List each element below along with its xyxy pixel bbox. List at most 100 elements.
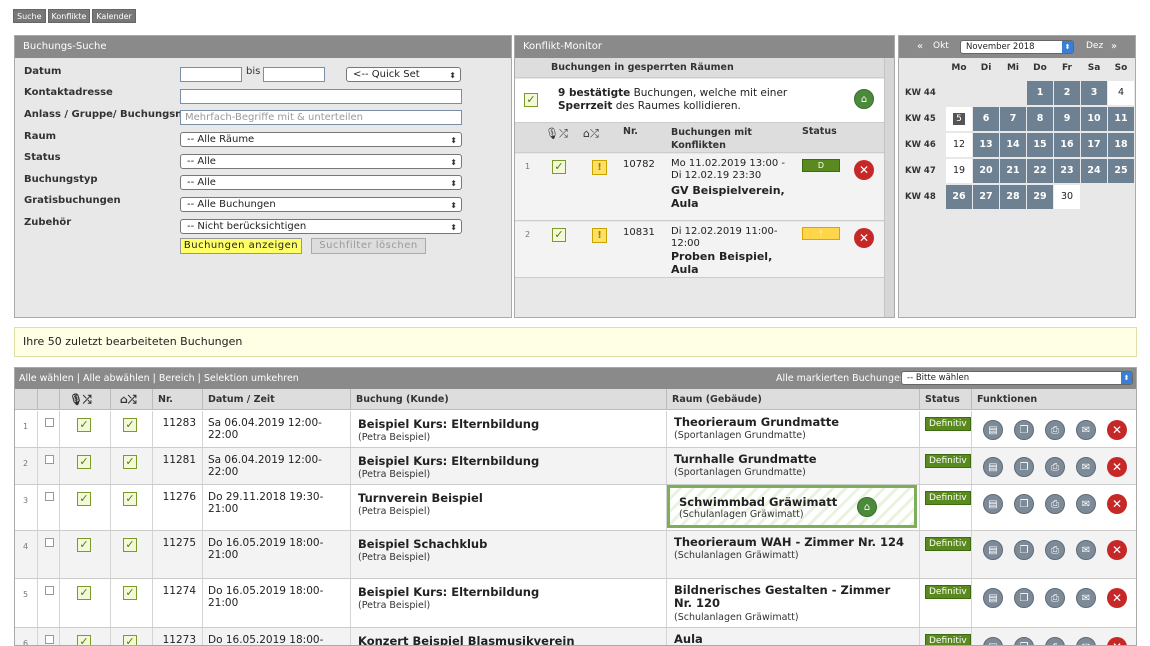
calendar-day[interactable]: 14 <box>1000 133 1026 157</box>
print-icon[interactable]: ⎙ <box>1045 457 1065 477</box>
table-row[interactable]: 2 ✓ ✓ 11281 Sa 06.04.2019 12:00-22:00 Beispie… <box>15 448 1136 485</box>
delete-icon[interactable]: ✕ <box>1107 588 1127 608</box>
col-buchung[interactable]: Buchung (Kunde) <box>350 389 666 410</box>
col-raum[interactable]: Raum (Gebäude) <box>666 389 919 410</box>
room-name[interactable]: Theorieraum Grundmatte <box>674 416 909 429</box>
copy-icon[interactable]: ❐ <box>1014 637 1034 645</box>
calendar-day[interactable]: 29 <box>1027 185 1053 209</box>
room-name[interactable]: Aula <box>674 633 909 646</box>
delete-icon[interactable]: ✕ <box>1107 540 1127 560</box>
delete-icon[interactable]: ✕ <box>1107 420 1127 440</box>
mail-icon[interactable]: ✉ <box>1076 637 1096 645</box>
table-row[interactable]: 4 ✓ ✓ 11275 Do 16.05.2019 18:00-21:00 Beispie… <box>15 531 1136 579</box>
checkbox-checked-icon[interactable]: ✓ <box>552 160 566 174</box>
print-icon[interactable]: ⎙ <box>1045 540 1065 560</box>
room-name[interactable]: Bildnerisches Gestalten - Zimmer Nr. 120 <box>674 584 909 610</box>
next-arrow[interactable]: » <box>1111 41 1117 52</box>
row-select-checkbox[interactable] <box>45 586 54 595</box>
mail-icon[interactable]: ✉ <box>1076 457 1096 477</box>
print-icon[interactable]: ⎙ <box>1045 637 1065 645</box>
calendar-day[interactable]: 30 <box>1054 185 1080 209</box>
week-label[interactable]: KW 45 <box>905 114 936 124</box>
calendar-day[interactable]: 9 <box>1054 107 1080 131</box>
checkbox-checked-icon[interactable]: ✓ <box>123 635 137 645</box>
copy-icon[interactable]: ❐ <box>1014 588 1034 608</box>
col-nr[interactable]: Nr. <box>152 389 202 410</box>
calendar-day[interactable]: 22 <box>1027 159 1053 183</box>
calendar-day[interactable]: 18 <box>1108 133 1134 157</box>
row-select-checkbox[interactable] <box>45 538 54 547</box>
gratis-select[interactable]: -- Alle Buchungen ⬍ <box>180 197 462 212</box>
calendar-day[interactable]: 3 <box>1081 81 1107 105</box>
delete-icon[interactable]: ✕ <box>854 160 874 180</box>
save-icon[interactable]: ▤ <box>983 494 1003 514</box>
week-label[interactable]: KW 47 <box>905 166 936 176</box>
delete-icon[interactable]: ✕ <box>1107 457 1127 477</box>
booking-title[interactable]: Konzert Beispiel Blasmusikverein <box>358 634 575 645</box>
mail-icon[interactable]: ✉ <box>1076 494 1096 514</box>
mail-icon[interactable]: ✉ <box>1076 540 1096 560</box>
save-icon[interactable]: ▤ <box>983 637 1003 645</box>
table-row[interactable]: 5 ✓ ✓ 11274 Do 16.05.2019 18:00-21:00 Beispie… <box>15 579 1136 628</box>
checkbox-checked-icon[interactable]: ✓ <box>552 228 566 242</box>
save-icon[interactable]: ▤ <box>983 457 1003 477</box>
table-row[interactable]: 6 ✓ ✓ 11273 Do 16.05.2019 18:00-21:00 Konzert… <box>15 628 1136 646</box>
room-name[interactable]: Turnhalle Grundmatte <box>674 453 909 466</box>
calendar-day[interactable]: 16 <box>1054 133 1080 157</box>
print-icon[interactable]: ⎙ <box>1045 588 1065 608</box>
zubehoer-select[interactable]: -- Nicht berücksichtigen ⬍ <box>180 219 462 234</box>
week-label[interactable]: KW 48 <box>905 192 936 202</box>
checkbox-checked-icon[interactable]: ✓ <box>77 418 91 432</box>
calendar-day[interactable]: 1 <box>1027 81 1053 105</box>
kontakt-input[interactable] <box>180 89 462 104</box>
checkbox-checked-icon[interactable]: ✓ <box>524 93 538 107</box>
checkbox-checked-icon[interactable]: ✓ <box>77 455 91 469</box>
anlass-input[interactable]: Mehrfach-Begriffe mit & unterteilen <box>180 110 462 125</box>
nav-kalender-button[interactable]: Kalender <box>92 9 136 23</box>
home-icon[interactable]: ⌂ <box>857 497 877 517</box>
nav-konflikte-button[interactable]: Konflikte <box>47 9 91 23</box>
calendar-day[interactable]: 19 <box>946 159 972 183</box>
calendar-day[interactable]: 21 <box>1000 159 1026 183</box>
checkbox-checked-icon[interactable]: ✓ <box>77 586 91 600</box>
booking-title[interactable]: Turnverein Beispiel <box>358 491 483 505</box>
col-status[interactable]: Status <box>919 389 971 410</box>
calendar-day[interactable]: 4 <box>1108 81 1134 105</box>
copy-icon[interactable]: ❐ <box>1014 494 1034 514</box>
clear-filter-button[interactable]: Suchfilter löschen <box>311 238 426 254</box>
date-to-input[interactable] <box>263 67 325 82</box>
prev-month[interactable]: Okt <box>933 41 949 51</box>
selection-actions[interactable]: Alle wählen | Alle abwählen | Bereich | … <box>19 373 299 384</box>
week-label[interactable]: KW 46 <box>905 140 936 150</box>
delete-icon[interactable]: ✕ <box>1107 494 1127 514</box>
checkbox-checked-icon[interactable]: ✓ <box>77 635 91 645</box>
booking-title[interactable]: Beispiel Kurs: Elternbildung <box>358 417 539 431</box>
today-marker[interactable]: 5 <box>953 113 965 125</box>
calendar-day[interactable]: 24 <box>1081 159 1107 183</box>
checkbox-checked-icon[interactable]: ✓ <box>77 538 91 552</box>
calendar-day[interactable]: 6 <box>973 107 999 131</box>
checkbox-checked-icon[interactable]: ✓ <box>123 455 137 469</box>
prev-arrow[interactable]: « <box>917 41 923 52</box>
delete-icon[interactable]: ✕ <box>854 228 874 248</box>
checkbox-checked-icon[interactable]: ✓ <box>123 586 137 600</box>
calendar-day[interactable]: 20 <box>973 159 999 183</box>
calendar-day[interactable]: 23 <box>1054 159 1080 183</box>
calendar-day[interactable]: 26 <box>946 185 972 209</box>
checkbox-checked-icon[interactable]: ✓ <box>123 538 137 552</box>
raum-select[interactable]: -- Alle Räume ⬍ <box>180 132 462 147</box>
calendar-day[interactable]: 10 <box>1081 107 1107 131</box>
home-icon[interactable]: ⌂ <box>854 89 874 109</box>
quickset-select[interactable]: <-- Quick Set ⬍ <box>346 67 461 82</box>
booking-title[interactable]: Beispiel Schachklub <box>358 537 487 551</box>
calendar-day[interactable]: 15 <box>1027 133 1053 157</box>
booking-title[interactable]: Beispiel Kurs: Elternbildung <box>358 585 539 599</box>
save-icon[interactable]: ▤ <box>983 420 1003 440</box>
month-select[interactable]: November 2018 ⬍ <box>960 40 1074 54</box>
print-icon[interactable]: ⎙ <box>1045 494 1065 514</box>
checkbox-checked-icon[interactable]: ✓ <box>77 492 91 506</box>
calendar-day[interactable]: 12 <box>946 133 972 157</box>
booking-title[interactable]: Beispiel Kurs: Elternbildung <box>358 454 539 468</box>
delete-icon[interactable]: ✕ <box>1107 637 1127 645</box>
calendar-day[interactable]: 7 <box>1000 107 1026 131</box>
